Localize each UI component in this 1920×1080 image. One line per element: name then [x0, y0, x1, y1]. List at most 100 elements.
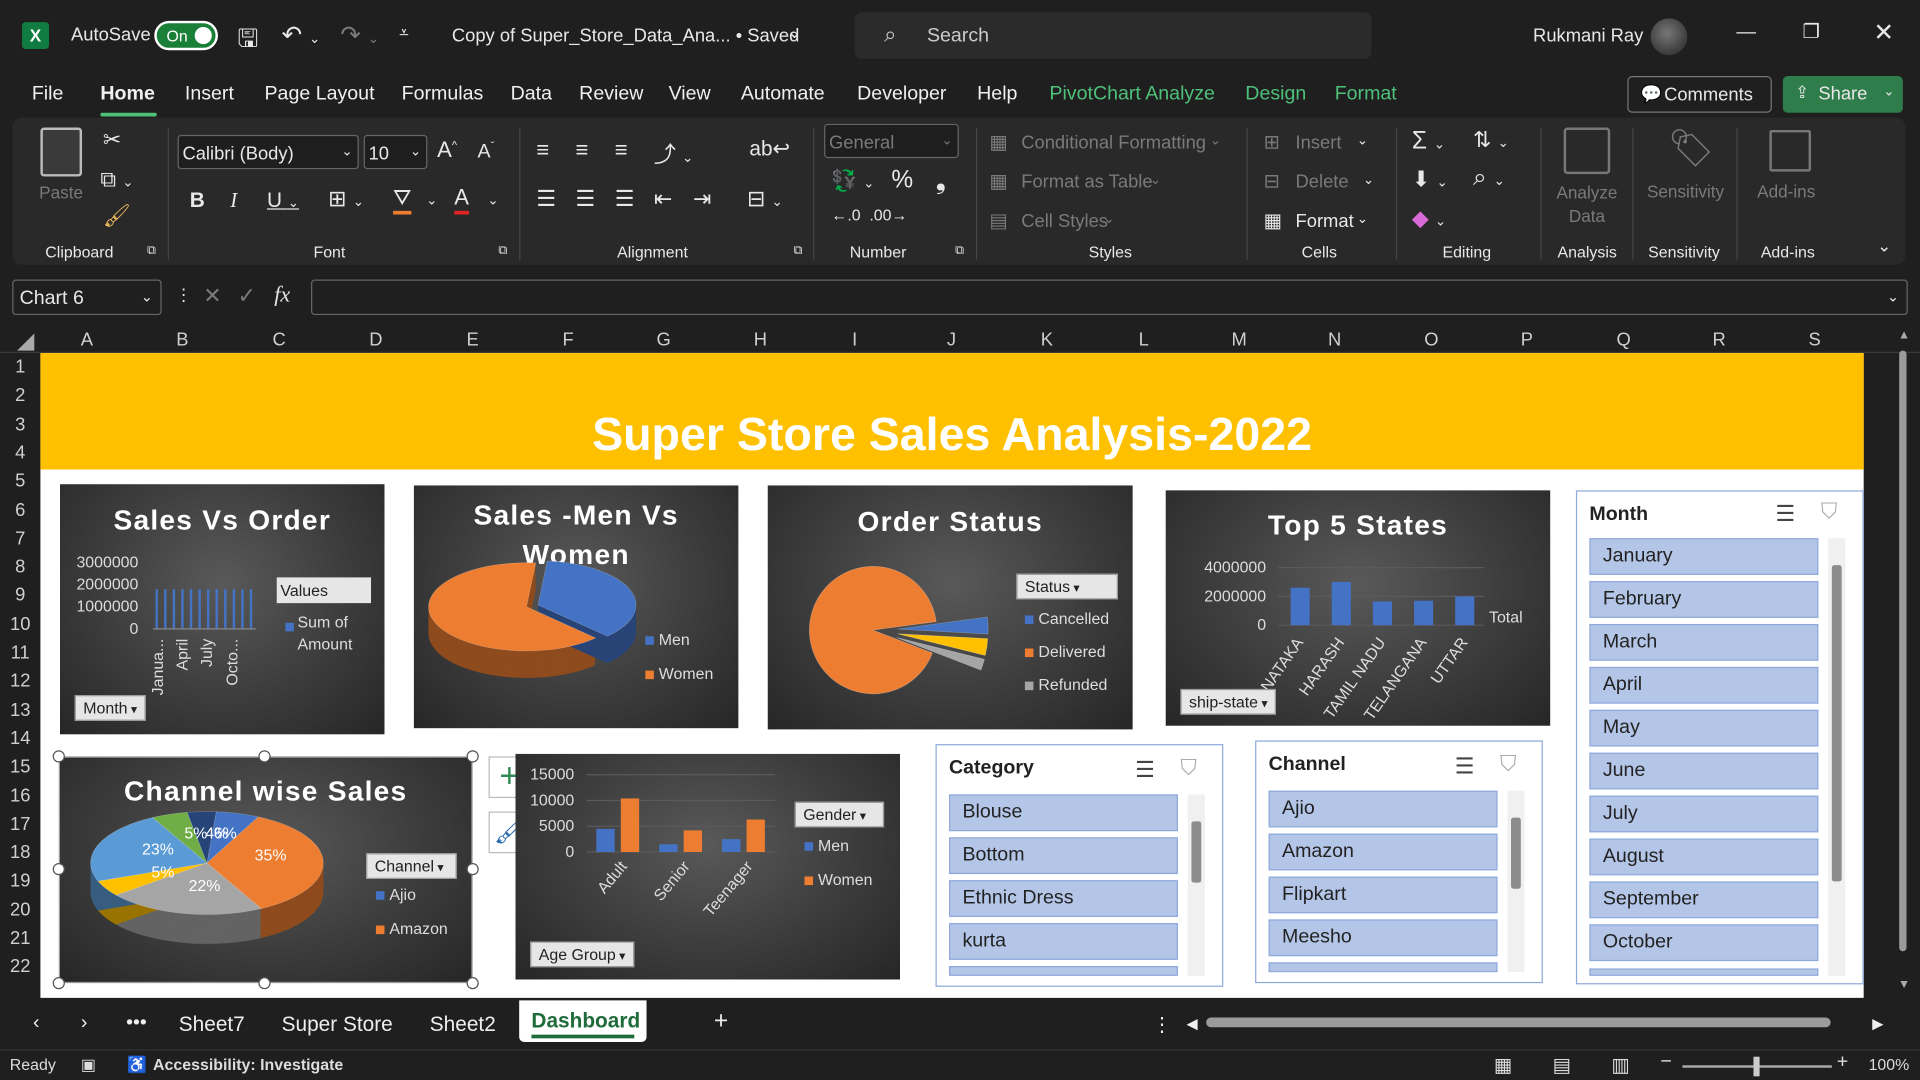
chart-sales-men-vs-women[interactable]: Sales -Men Vs Women Men Women	[413, 485, 739, 729]
row-header[interactable]: 7	[0, 528, 40, 549]
sort-filter-icon[interactable]: ⇅ ⌄	[1473, 127, 1509, 153]
month-slicer[interactable]: Month ☰ ⛉ January February March April May Ju…	[1575, 490, 1864, 985]
sheet-tab[interactable]: Super Store	[282, 1013, 393, 1038]
format-cells-button[interactable]: Format	[1296, 211, 1354, 232]
name-box[interactable]: Chart 6 ⌄	[12, 279, 162, 316]
slicer-item[interactable]: kurta	[948, 923, 1178, 960]
comma-style-icon[interactable]: ❟	[936, 164, 947, 196]
italic-icon[interactable]: I	[230, 189, 237, 214]
multi-select-icon[interactable]: ☰	[1135, 758, 1155, 784]
tab-view[interactable]: View	[669, 83, 711, 105]
search-box[interactable]: ⌕ Search	[854, 12, 1372, 59]
tab-automate[interactable]: Automate	[741, 83, 825, 105]
chart-age-group-gender[interactable]: 15000 10000 5000 0 Adult Senior Teenager Gende…	[515, 753, 901, 980]
slicer-item[interactable]: Bottom	[948, 837, 1178, 875]
font-name-dropdown[interactable]: Calibri (Body) ⌄	[177, 134, 359, 170]
column-header[interactable]: E	[448, 330, 497, 351]
slicer-item[interactable]: March	[1589, 623, 1819, 661]
tab-page-layout[interactable]: Page Layout	[264, 83, 374, 105]
zoom-in-icon[interactable]: +	[1837, 1052, 1848, 1074]
cell-styles-icon[interactable]: ▤	[989, 208, 1008, 233]
tab-developer[interactable]: Developer	[857, 83, 946, 105]
scroll-right-icon[interactable]: ▶	[1872, 1015, 1883, 1032]
resize-handle[interactable]	[466, 750, 479, 763]
decrease-decimal-icon[interactable]: .00→	[869, 206, 907, 224]
row-header[interactable]: 5	[0, 471, 40, 492]
accessibility-status[interactable]: Accessibility: Investigate	[153, 1055, 343, 1073]
format-as-table-button[interactable]: Format as Table	[1021, 172, 1152, 193]
slicer-item[interactable]: April	[1589, 666, 1819, 704]
align-left-icon[interactable]: ☰	[536, 186, 556, 212]
slicer-item[interactable]: September	[1589, 881, 1819, 919]
fill-color-icon[interactable]: ⛛	[393, 185, 412, 215]
scroll-thumb[interactable]	[1191, 821, 1202, 883]
increase-indent-icon[interactable]: ⇥	[693, 186, 711, 212]
align-center-icon[interactable]: ☰	[576, 186, 596, 212]
tab-file[interactable]: File	[32, 83, 64, 105]
scroll-up-icon[interactable]: ▲	[1898, 329, 1910, 342]
column-header[interactable]: H	[736, 330, 785, 351]
column-header[interactable]: M	[1215, 330, 1264, 351]
column-header[interactable]: Q	[1599, 330, 1648, 351]
row-header[interactable]: 3	[0, 414, 40, 435]
channel-slicer[interactable]: Channel ☰ ⛉ Ajio Amazon Flipkart Meesho	[1255, 740, 1543, 984]
status-filter-button[interactable]: Status	[1016, 573, 1118, 600]
next-sheet-icon[interactable]: ›	[81, 1013, 88, 1035]
tab-review[interactable]: Review	[579, 83, 643, 105]
multi-select-icon[interactable]: ☰	[1776, 501, 1796, 527]
column-header[interactable]: B	[158, 330, 207, 351]
column-header[interactable]: S	[1790, 330, 1839, 351]
row-header[interactable]: 13	[0, 699, 40, 720]
user-name[interactable]: Rukmani Ray	[1533, 26, 1643, 47]
ship-state-filter-button[interactable]: ship-state	[1180, 688, 1277, 715]
paste-label[interactable]: Paste	[39, 183, 83, 203]
find-select-icon[interactable]: ⌕ ⌄	[1473, 164, 1505, 192]
row-header[interactable]: 16	[0, 785, 40, 806]
restore-icon[interactable]: ❐	[1802, 20, 1820, 45]
resize-handle[interactable]	[52, 863, 65, 876]
row-header[interactable]: 12	[0, 671, 40, 692]
align-right-icon[interactable]: ☰	[615, 186, 635, 212]
chart-sales-vs-order[interactable]: Sales Vs Order 3000000 2000000 1000000 0 Jan…	[60, 484, 385, 735]
delete-cells-button[interactable]: Delete	[1296, 172, 1349, 193]
increase-decimal-icon[interactable]: ←.0	[831, 206, 860, 224]
slicer-scrollbar[interactable]	[1828, 538, 1846, 976]
tab-insert[interactable]: Insert	[185, 83, 234, 105]
cut-icon[interactable]: ✂	[103, 127, 121, 153]
clear-filter-icon[interactable]: ⛉	[1821, 499, 1838, 525]
column-header[interactable]: A	[62, 330, 111, 351]
multi-select-icon[interactable]: ☰	[1455, 754, 1475, 780]
sensitivity-icon[interactable]: 🏷	[1668, 127, 1715, 170]
slicer-item[interactable]: Blouse	[948, 794, 1178, 832]
page-break-view-icon[interactable]: ▥	[1611, 1053, 1630, 1078]
gender-filter-button[interactable]: Gender	[794, 801, 885, 828]
column-header[interactable]: J	[927, 330, 976, 351]
resize-handle[interactable]	[466, 863, 479, 876]
month-filter-button[interactable]: Month	[74, 695, 146, 721]
vertical-scrollbar[interactable]: ▲ ▼	[1893, 329, 1913, 998]
autosum-icon[interactable]: Σ ⌄	[1412, 127, 1445, 155]
row-header[interactable]: 15	[0, 757, 40, 778]
tab-pivotchart-analyze[interactable]: PivotChart Analyze	[1049, 83, 1215, 105]
row-header[interactable]: 1	[0, 357, 40, 378]
font-launcher-icon[interactable]: ⧉	[498, 244, 507, 257]
row-header[interactable]: 17	[0, 814, 40, 835]
column-header[interactable]: G	[639, 330, 688, 351]
accessibility-icon[interactable]: ♿	[127, 1055, 147, 1075]
scroll-thumb[interactable]	[1899, 350, 1907, 952]
tab-help[interactable]: Help	[977, 83, 1017, 105]
column-header[interactable]: D	[351, 330, 400, 351]
confirm-entry-icon[interactable]: ✓	[238, 283, 256, 309]
row-header[interactable]: 10	[0, 614, 40, 635]
resize-handle[interactable]	[258, 977, 271, 990]
comments-button[interactable]: 💬 Comments	[1627, 76, 1772, 113]
column-header[interactable]: P	[1502, 330, 1551, 351]
scroll-left-icon[interactable]: ◀	[1187, 1015, 1198, 1032]
share-button[interactable]: ⇪ Share ⌄	[1782, 76, 1903, 113]
conditional-formatting-icon[interactable]: ▦	[989, 130, 1008, 155]
sheet-tab[interactable]: Sheet2	[430, 1013, 496, 1038]
clear-filter-icon[interactable]: ⛉	[1180, 755, 1197, 781]
clear-filter-icon[interactable]: ⛉	[1500, 751, 1517, 777]
chevron-down-icon[interactable]: ⌄	[487, 192, 498, 209]
autosave-toggle[interactable]: On	[154, 20, 218, 51]
